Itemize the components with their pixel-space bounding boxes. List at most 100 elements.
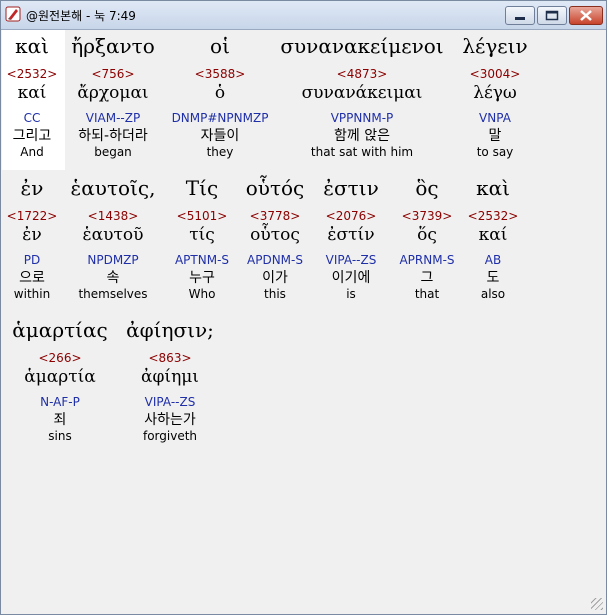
english-gloss: And bbox=[20, 145, 44, 159]
morphology-code[interactable]: VIAM--ZP bbox=[71, 111, 155, 125]
strong-number[interactable]: <5101> bbox=[175, 209, 229, 223]
english-gloss: forgiveth bbox=[142, 429, 198, 443]
english-gloss: this bbox=[264, 287, 286, 301]
lemma: ἁμαρτία bbox=[24, 367, 96, 387]
lemma: τίς bbox=[189, 225, 215, 245]
morphology-code[interactable]: APRNM-S bbox=[399, 253, 454, 267]
morphology-code[interactable]: VIPA--ZS bbox=[126, 395, 214, 409]
greek-word: συνανακείμενοι bbox=[280, 34, 444, 58]
morphology-code[interactable]: VNPA bbox=[462, 111, 527, 125]
strong-number[interactable]: <3778> bbox=[246, 209, 305, 223]
app-window: @원전본해 - 눅 7:49 καὶ <2532> καί CC 그리고 And… bbox=[0, 0, 607, 615]
word-column[interactable]: ἐστιν <2076> ἐστίν VIPA--ZS 이기에 is bbox=[323, 176, 378, 301]
english-gloss: themselves bbox=[78, 287, 148, 301]
word-column[interactable]: ἑαυτοῖς, <1438> ἑαυτοῦ NPDMZP 속 themselv… bbox=[71, 176, 156, 301]
word-column[interactable]: ἐν <1722> ἐν PD 으로 within bbox=[7, 176, 58, 301]
strong-number[interactable]: <1438> bbox=[71, 209, 156, 223]
strong-number[interactable]: <2532> bbox=[468, 209, 519, 223]
morphology-code[interactable]: VPPNNM-P bbox=[280, 111, 443, 125]
close-icon bbox=[580, 10, 592, 21]
word-column[interactable]: οὗτός <3778> οὗτος APDNM-S 이가 this bbox=[246, 176, 305, 301]
korean-gloss: 그 bbox=[420, 270, 434, 286]
lemma: οὗτος bbox=[250, 225, 300, 245]
greek-word: ἁμαρτίας bbox=[12, 318, 108, 342]
korean-gloss: 이기에 bbox=[331, 270, 371, 286]
lemma: ἀφίημι bbox=[141, 367, 199, 387]
korean-gloss: 으로 bbox=[19, 270, 45, 286]
word-column[interactable]: Τίς <5101> τίς APTNM-S 누구 Who bbox=[175, 176, 229, 301]
morphology-code[interactable]: APTNM-S bbox=[175, 253, 229, 267]
word-column[interactable]: οἱ <3588> ὁ DNMP#NPNMZP 자들이 they bbox=[172, 34, 269, 159]
word-column[interactable]: καὶ <2532> καί AB 도 also bbox=[468, 176, 519, 301]
english-gloss: Who bbox=[188, 287, 216, 301]
minimize-icon bbox=[515, 17, 525, 20]
lemma: ὁ bbox=[214, 83, 226, 103]
greek-word: οὗτός bbox=[245, 176, 305, 200]
maximize-button[interactable] bbox=[537, 6, 567, 25]
english-gloss: they bbox=[206, 145, 234, 159]
title-bar[interactable]: @원전본해 - 눅 7:49 bbox=[1, 1, 606, 30]
lemma: ὅς bbox=[417, 225, 437, 245]
greek-word: οἱ bbox=[210, 34, 230, 58]
strong-number[interactable]: <2532> bbox=[7, 67, 58, 81]
morphology-code[interactable]: N-AF-P bbox=[12, 395, 107, 409]
resize-grip[interactable] bbox=[591, 598, 603, 610]
strong-number[interactable]: <3739> bbox=[399, 209, 454, 223]
greek-word: ἀφίησιν; bbox=[126, 318, 214, 342]
korean-gloss: 사하는가 bbox=[144, 412, 196, 428]
korean-gloss: 함께 앉은 bbox=[334, 128, 390, 144]
korean-gloss: 도 bbox=[486, 270, 500, 286]
morphology-code[interactable]: PD bbox=[7, 253, 58, 267]
morphology-code[interactable]: DNMP#NPNMZP bbox=[172, 111, 269, 125]
strong-number[interactable]: <2076> bbox=[323, 209, 378, 223]
minimize-button[interactable] bbox=[505, 6, 535, 25]
strong-number[interactable]: <3588> bbox=[172, 67, 269, 81]
greek-word: ἤρξαντο bbox=[71, 34, 155, 58]
morphology-code[interactable]: APDNM-S bbox=[246, 253, 305, 267]
english-gloss: began bbox=[94, 145, 132, 159]
korean-gloss: 누구 bbox=[189, 270, 215, 286]
greek-word: ἑαυτοῖς, bbox=[70, 176, 156, 200]
word-column[interactable]: συνανακείμενοι <4873> συνανάκειμαι VPPNN… bbox=[280, 34, 443, 159]
morphology-code[interactable]: AB bbox=[468, 253, 519, 267]
morphology-code[interactable]: NPDMZP bbox=[71, 253, 156, 267]
window-title: @원전본해 - 눅 7:49 bbox=[26, 9, 136, 23]
korean-gloss: 자들이 bbox=[200, 128, 240, 144]
greek-word: Τίς bbox=[185, 176, 219, 200]
word-column[interactable]: ὃς <3739> ὅς APRNM-S 그 that bbox=[399, 176, 454, 301]
greek-word: ὃς bbox=[415, 176, 439, 200]
lemma: ἄρχομαι bbox=[77, 83, 149, 103]
english-gloss: is bbox=[346, 287, 356, 301]
greek-word: καὶ bbox=[15, 34, 49, 58]
morphology-code[interactable]: CC bbox=[7, 111, 58, 125]
morphology-code[interactable]: VIPA--ZS bbox=[323, 253, 378, 267]
strong-number[interactable]: <1722> bbox=[7, 209, 58, 223]
word-column[interactable]: ἀφίησιν; <863> ἀφίημι VIPA--ZS 사하는가 forg… bbox=[126, 318, 214, 443]
strong-number[interactable]: <3004> bbox=[462, 67, 527, 81]
english-gloss: to say bbox=[476, 145, 514, 159]
korean-gloss: 속 bbox=[106, 270, 120, 286]
lemma: καί bbox=[17, 83, 47, 103]
lemma: ἐν bbox=[22, 225, 42, 245]
close-button[interactable] bbox=[569, 6, 603, 25]
interlinear-content: καὶ <2532> καί CC 그리고 And ἤρξαντο <756> … bbox=[2, 30, 605, 612]
strong-number[interactable]: <4873> bbox=[280, 67, 443, 81]
lemma: ἑαυτοῦ bbox=[82, 225, 144, 245]
korean-gloss: 그리고 bbox=[12, 128, 52, 144]
korean-gloss: 죄 bbox=[53, 412, 67, 428]
greek-word: καὶ bbox=[476, 176, 510, 200]
word-column[interactable]: ἤρξαντο <756> ἄρχομαι VIAM--ZP 하되-하더라 be… bbox=[71, 34, 155, 159]
word-column[interactable]: καὶ <2532> καί CC 그리고 And bbox=[7, 34, 58, 159]
word-column[interactable]: λέγειν <3004> λέγω VNPA 말 to say bbox=[462, 34, 527, 159]
lemma: ἐστίν bbox=[327, 225, 375, 245]
strong-number[interactable]: <266> bbox=[12, 351, 107, 365]
lemma: λέγω bbox=[473, 83, 517, 103]
lemma: καί bbox=[478, 225, 508, 245]
lemma: συνανάκειμαι bbox=[301, 83, 423, 103]
greek-word: ἐν bbox=[20, 176, 44, 200]
korean-gloss: 이가 bbox=[262, 270, 288, 286]
maximize-icon bbox=[545, 10, 559, 21]
word-column[interactable]: ἁμαρτίας <266> ἁμαρτία N-AF-P 죄 sins bbox=[12, 318, 107, 443]
strong-number[interactable]: <756> bbox=[71, 67, 155, 81]
strong-number[interactable]: <863> bbox=[126, 351, 214, 365]
